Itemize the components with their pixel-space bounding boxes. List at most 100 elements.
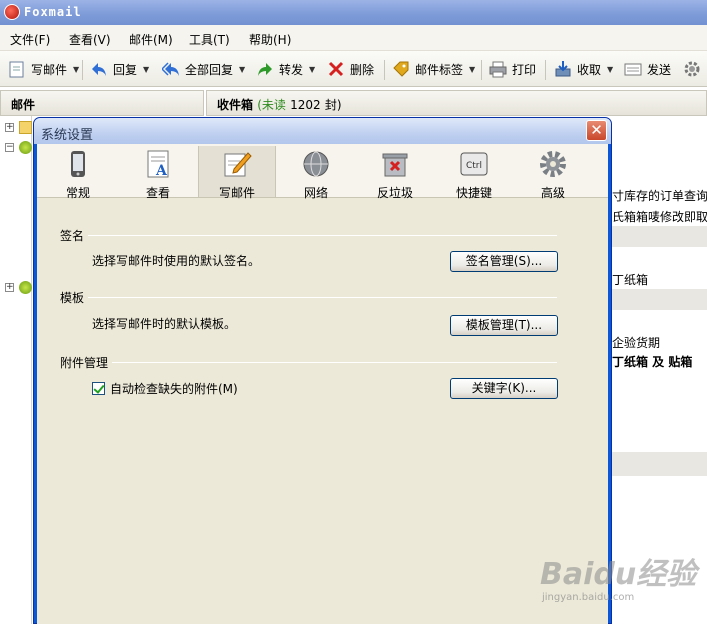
compose-dropdown-icon[interactable]: ▼ [73, 65, 79, 74]
printer-icon [489, 60, 507, 78]
attachment-section-title: 附件管理 [60, 356, 109, 370]
settings-tabs: 常规 A 查看 写邮件 网络 反垃圾 Ctrl 快捷键 高级 [37, 144, 608, 200]
reply-dropdown-icon[interactable]: ▼ [143, 65, 149, 74]
signature-manage-button[interactable]: 签名管理(S)... [450, 251, 558, 272]
menubar: 文件(F) 查看(V) 邮件(M) 工具(T) 帮助(H) [0, 25, 707, 51]
watermark-url: jingyan.baidu.com [542, 592, 635, 603]
tab-label: 查看 [145, 186, 170, 200]
keyboard-key-icon: Ctrl [460, 152, 488, 176]
toolbar-separator [545, 60, 546, 80]
list-item[interactable]: 丁纸箱 及 贴箱 [612, 350, 707, 371]
forward-button[interactable]: 转发 ▼ [256, 57, 315, 81]
reply-icon [90, 60, 108, 78]
menu-mail[interactable]: 邮件(M) [129, 31, 173, 48]
tab-view[interactable]: A 查看 [119, 146, 197, 200]
unread-suffix: 封) [324, 98, 342, 112]
keywords-button[interactable]: 关键字(K)... [450, 378, 558, 399]
list-item[interactable] [612, 452, 707, 476]
phone-icon [71, 151, 85, 177]
svg-text:Ctrl: Ctrl [466, 161, 482, 171]
compose-label: 写邮件 [31, 62, 68, 77]
toolbar: 写邮件 ▼ 回复 ▼ 全部回复 ▼ 转发 ▼ 删除 邮件标签 ▼ 打印 收取 ▼… [0, 51, 707, 87]
template-section-title: 模板 [60, 291, 85, 305]
print-button[interactable]: 打印 [489, 57, 536, 81]
tab-label: 写邮件 [218, 186, 255, 200]
folder-tree: + − + [0, 116, 32, 624]
receive-button[interactable]: 收取 ▼ [554, 57, 613, 81]
receive-label: 收取 [577, 62, 602, 77]
toolbar-separator [82, 60, 83, 80]
globe-icon [303, 151, 329, 177]
list-item[interactable]: 氏箱箱唛修改即取 [612, 205, 707, 226]
toolbar-separator [481, 60, 482, 80]
tree-collapse-icon[interactable]: − [5, 143, 14, 152]
section-divider [88, 297, 557, 298]
tab-label: 反垃圾 [376, 186, 413, 200]
dialog-title: 系统设置 [41, 128, 94, 143]
gear-icon [683, 60, 701, 78]
list-item[interactable]: 丁纸箱 [612, 268, 707, 289]
missing-attachments-checkbox[interactable] [92, 382, 105, 395]
reply-all-label: 全部回复 [185, 62, 234, 77]
folder-pane-title: 邮件 [11, 98, 36, 112]
tab-label: 网络 [303, 186, 328, 200]
spam-bin-icon [382, 153, 408, 177]
tab-advanced[interactable]: 高级 [514, 146, 592, 200]
menu-view[interactable]: 查看(V) [69, 31, 111, 48]
compose-button[interactable]: 写邮件 ▼ [8, 57, 79, 81]
list-item[interactable] [612, 226, 707, 247]
reply-all-button[interactable]: 全部回复 ▼ [162, 57, 245, 81]
list-item[interactable]: 寸库存的订单查询 [612, 184, 707, 205]
tab-compose[interactable]: 写邮件 [198, 146, 276, 200]
send-button[interactable]: 发送 [624, 57, 671, 81]
print-label: 打印 [512, 62, 537, 77]
pencil-paper-icon [224, 152, 252, 177]
menu-file[interactable]: 文件(F) [10, 31, 50, 48]
menu-tools[interactable]: 工具(T) [189, 31, 230, 48]
dialog-titlebar[interactable]: 系统设置 ✕ [34, 118, 611, 144]
settings-button[interactable] [683, 57, 706, 81]
tab-antispam[interactable]: 反垃圾 [356, 146, 434, 200]
list-item[interactable] [612, 289, 707, 310]
delete-button[interactable]: 删除 [327, 57, 374, 81]
list-item-text: 氏箱箱唛修改即取 [612, 210, 707, 224]
tab-general[interactable]: 常规 [39, 146, 117, 200]
watermark-text: Baidu经验 [540, 557, 697, 592]
list-item-text: 丁纸箱 [612, 273, 649, 287]
tree-expand-icon[interactable]: + [5, 123, 14, 132]
list-item-text: 丁纸箱 及 贴箱 [612, 355, 693, 369]
tag-icon [392, 60, 410, 78]
message-list: 寸库存的订单查询 氏箱箱唛修改即取 丁纸箱 企验货期 丁纸箱 及 贴箱 [612, 116, 707, 624]
section-divider [88, 235, 557, 236]
forward-dropdown-icon[interactable]: ▼ [309, 65, 315, 74]
folder-name: 收件箱 [217, 98, 254, 112]
tree-expand-icon[interactable]: + [5, 283, 14, 292]
tags-button[interactable]: 邮件标签 ▼ [392, 57, 475, 81]
section-divider [112, 362, 557, 363]
delete-icon [327, 60, 345, 78]
send-label: 发送 [647, 62, 672, 77]
tab-network[interactable]: 网络 [277, 146, 355, 200]
reply-all-dropdown-icon[interactable]: ▼ [239, 65, 245, 74]
baidu-watermark: Baidu经验 jingyan.baidu.com [540, 549, 705, 609]
forward-label: 转发 [279, 62, 304, 77]
account-icon [19, 281, 32, 294]
toolbar-separator [384, 60, 385, 80]
foxmail-logo-icon [4, 4, 20, 20]
list-item[interactable]: 企验货期 [612, 331, 707, 352]
account-icon [19, 141, 32, 154]
check-missing-attachments-option[interactable]: 自动检查缺失的附件(M) [92, 380, 238, 397]
tags-dropdown-icon[interactable]: ▼ [469, 65, 475, 74]
close-icon[interactable]: ✕ [586, 120, 607, 141]
delete-label: 删除 [350, 62, 375, 77]
tab-label: 快捷键 [455, 186, 492, 200]
folder-icon [19, 121, 32, 134]
menu-help[interactable]: 帮助(H) [249, 31, 291, 48]
message-list-header: 收件箱 (未读 1202 封) [206, 90, 707, 116]
template-manage-button[interactable]: 模板管理(T)... [450, 315, 558, 336]
list-item-text: 寸库存的订单查询 [612, 189, 707, 203]
signature-section-title: 签名 [60, 229, 85, 243]
receive-dropdown-icon[interactable]: ▼ [607, 65, 613, 74]
tab-shortcuts[interactable]: Ctrl 快捷键 [435, 146, 513, 200]
reply-button[interactable]: 回复 ▼ [90, 57, 149, 81]
